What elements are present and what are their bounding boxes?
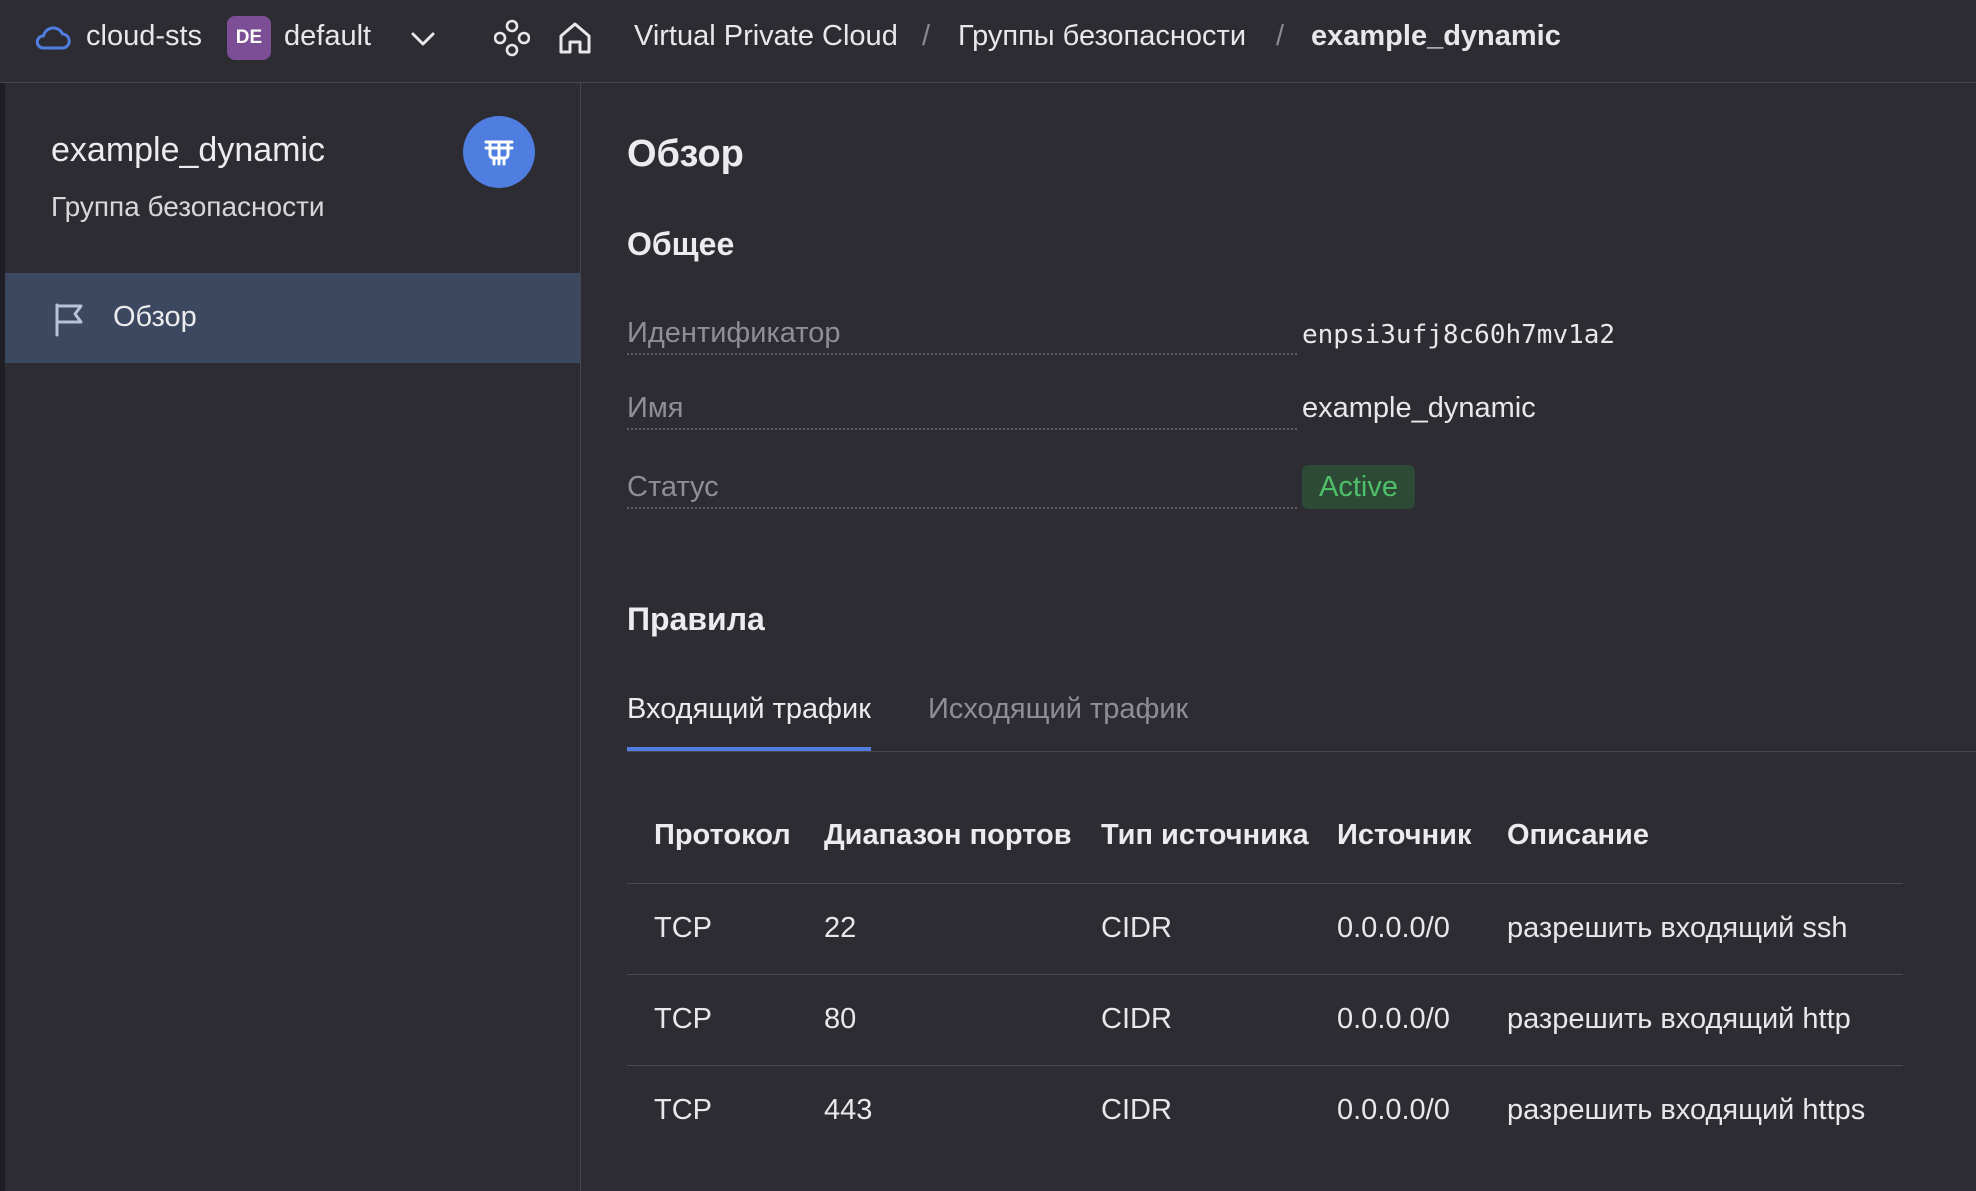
table-row[interactable]: TCP 443 CIDR 0.0.0.0/0 разрешить входящи… xyxy=(627,1066,1903,1156)
cell-description: разрешить входящий https xyxy=(1507,1094,1866,1126)
prop-row-id: Идентификатор enpsi3ufj8c60h7mv1a2 xyxy=(627,317,1627,367)
cell-protocol: TCP xyxy=(654,912,712,944)
prop-value-name: example_dynamic xyxy=(1302,392,1536,424)
sidebar-item-overview[interactable]: Обзор xyxy=(5,273,580,363)
table-header: Протокол Диапазон портов Тип источника И… xyxy=(627,793,1903,884)
cell-source-type: CIDR xyxy=(1101,1094,1172,1126)
page-title: Обзор xyxy=(627,133,744,175)
prop-label-status: Статус xyxy=(627,471,723,504)
breadcrumb-security-groups[interactable]: Группы безопасности xyxy=(958,20,1246,53)
cell-ports: 443 xyxy=(824,1094,873,1126)
cell-source: 0.0.0.0/0 xyxy=(1337,1094,1450,1126)
folder-avatar[interactable]: DE xyxy=(227,16,271,60)
chevron-down-icon[interactable] xyxy=(408,24,438,54)
section-title-rules: Правила xyxy=(627,601,765,637)
tab-egress[interactable]: Исходящий трафик xyxy=(928,693,1188,751)
cell-description: разрешить входящий http xyxy=(1507,1003,1851,1035)
table-row[interactable]: TCP 22 CIDR 0.0.0.0/0 разрешить входящий… xyxy=(627,884,1903,975)
folder-name[interactable]: default xyxy=(284,20,371,53)
prop-row-status: Статус Active xyxy=(627,465,1627,521)
cell-ports: 22 xyxy=(824,912,857,944)
rules-tabs: Входящий трафик Исходящий трафик xyxy=(627,683,1976,752)
breadcrumb-separator: / xyxy=(922,20,931,52)
status-badge: Active xyxy=(1302,465,1415,509)
sidebar-item-label: Обзор xyxy=(113,301,197,333)
cell-ports: 80 xyxy=(824,1003,857,1035)
nodes-icon[interactable] xyxy=(494,19,530,57)
rules-table: Протокол Диапазон портов Тип источника И… xyxy=(627,793,1903,1156)
column-header[interactable]: Источник xyxy=(1337,819,1471,852)
cloud-icon[interactable] xyxy=(33,22,71,52)
cell-description: разрешить входящий ssh xyxy=(1507,912,1848,944)
prop-label-id: Идентификатор xyxy=(627,317,845,350)
sidebar: example_dynamic Группа безопасности Обзо… xyxy=(5,83,581,1191)
top-bar: cloud-sts DE default Virtual Private Clo… xyxy=(0,0,1976,83)
cell-source-type: CIDR xyxy=(1101,1003,1172,1035)
cell-source-type: CIDR xyxy=(1101,912,1172,944)
prop-label-name: Имя xyxy=(627,392,688,425)
column-header[interactable]: Диапазон портов xyxy=(824,819,1072,852)
dotted-leader xyxy=(627,353,1297,355)
column-header[interactable]: Тип источника xyxy=(1101,819,1309,852)
cell-source: 0.0.0.0/0 xyxy=(1337,1003,1450,1035)
breadcrumb-separator: / xyxy=(1276,20,1285,52)
cloud-name[interactable]: cloud-sts xyxy=(86,20,202,53)
dotted-leader xyxy=(627,428,1297,430)
prop-row-name: Имя example_dynamic xyxy=(627,392,1627,442)
flag-icon xyxy=(55,303,83,337)
table-row[interactable]: TCP 80 CIDR 0.0.0.0/0 разрешить входящий… xyxy=(627,975,1903,1066)
column-header[interactable]: Описание xyxy=(1507,819,1649,852)
cell-protocol: TCP xyxy=(654,1003,712,1035)
home-icon[interactable] xyxy=(556,19,594,57)
breadcrumb-current: example_dynamic xyxy=(1311,20,1561,52)
section-title-general: Общее xyxy=(627,226,735,262)
tab-ingress[interactable]: Входящий трафик xyxy=(627,693,871,751)
security-group-icon xyxy=(463,116,535,188)
cell-protocol: TCP xyxy=(654,1094,712,1126)
dotted-leader xyxy=(627,507,1297,509)
resource-title: example_dynamic xyxy=(51,131,326,169)
column-header[interactable]: Протокол xyxy=(654,819,791,852)
breadcrumb-vpc[interactable]: Virtual Private Cloud xyxy=(634,20,898,53)
resource-type: Группа безопасности xyxy=(51,191,325,222)
prop-value-id[interactable]: enpsi3ufj8c60h7mv1a2 xyxy=(1302,320,1615,350)
cell-source: 0.0.0.0/0 xyxy=(1337,912,1450,944)
